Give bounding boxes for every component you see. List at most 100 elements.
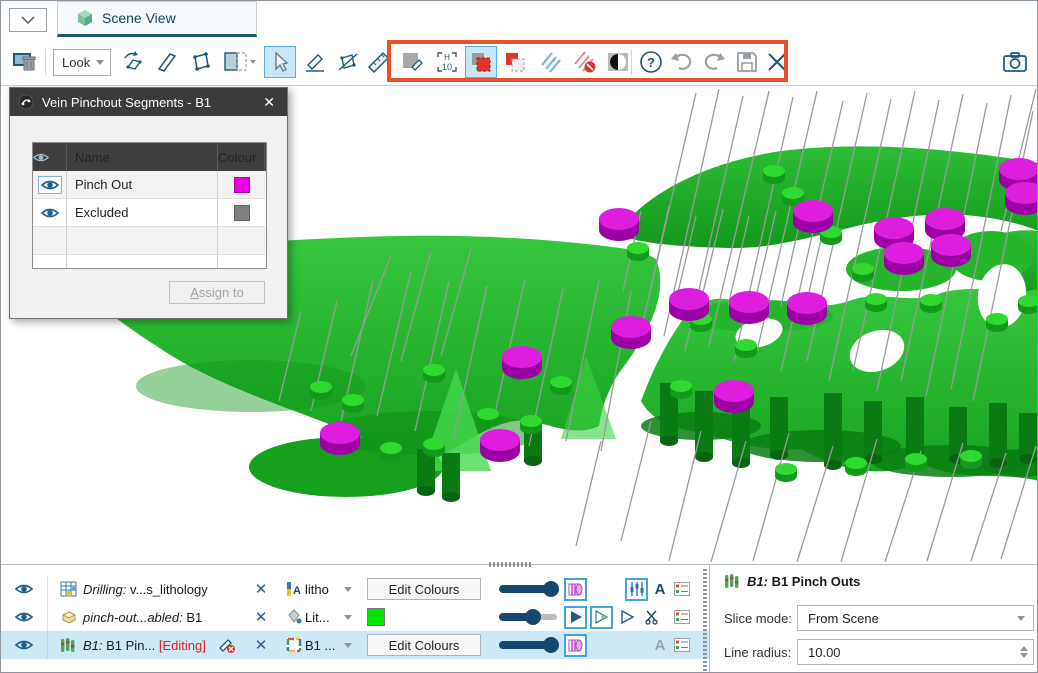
svg-text:A: A bbox=[293, 585, 301, 597]
draw-line-button[interactable] bbox=[299, 46, 331, 78]
selection-width-button[interactable]: H 10 bbox=[431, 46, 463, 78]
tab-bar: Scene View bbox=[1, 1, 1037, 37]
remove-layer-button[interactable]: ✕ bbox=[251, 636, 271, 654]
move-slicer-button[interactable] bbox=[151, 46, 183, 78]
remove-layer-button[interactable]: ✕ bbox=[251, 580, 271, 598]
chevron-down-icon[interactable] bbox=[344, 615, 352, 620]
tab-scene-view[interactable]: Scene View bbox=[57, 1, 257, 37]
close-editor-button[interactable] bbox=[761, 46, 793, 78]
value-filters-toggle[interactable] bbox=[625, 578, 648, 601]
colour-mode-value: B1 ... bbox=[305, 638, 335, 653]
visibility-toggle[interactable] bbox=[13, 606, 35, 628]
redo-button[interactable] bbox=[699, 46, 731, 78]
flat-shading-toggle[interactable] bbox=[564, 634, 587, 657]
tab-list-dropdown-button[interactable] bbox=[9, 8, 47, 32]
clear-scene-button[interactable] bbox=[9, 46, 41, 78]
opacity-slider[interactable] bbox=[499, 637, 559, 653]
labels-toggle[interactable]: A bbox=[649, 578, 671, 600]
column-divider bbox=[47, 575, 48, 603]
layer-colour-swatch[interactable] bbox=[367, 608, 385, 626]
spinner-buttons[interactable] bbox=[1015, 646, 1033, 658]
wireframe-toggle[interactable] bbox=[616, 606, 638, 628]
remove-from-selection-button[interactable] bbox=[499, 46, 531, 78]
labels-toggle[interactable]: A bbox=[649, 634, 671, 656]
name-column-header: Name bbox=[67, 143, 218, 171]
eye-icon bbox=[41, 179, 59, 191]
shape-list-panel: Drilling: v...s_lithology ✕ A litho Edit… bbox=[1, 564, 1038, 673]
slice-box-button[interactable] bbox=[219, 46, 261, 78]
save-button[interactable] bbox=[731, 46, 763, 78]
draw-slicer-polygon-button[interactable] bbox=[185, 46, 217, 78]
slice-mode-dropdown[interactable]: From Scene bbox=[797, 605, 1034, 631]
table-row-excluded[interactable]: Excluded bbox=[33, 199, 266, 227]
dialog-titlebar[interactable]: Vein Pinchout Segments - B1 ✕ bbox=[10, 88, 287, 116]
spin-down-icon bbox=[1020, 653, 1028, 658]
slice-mode-label: Slice mode: bbox=[724, 611, 792, 626]
chevron-down-icon bbox=[21, 16, 35, 25]
chevron-down-icon[interactable] bbox=[344, 643, 352, 648]
segment-name: Excluded bbox=[67, 199, 218, 227]
stop-editing-button[interactable] bbox=[217, 636, 237, 654]
eye-icon bbox=[15, 639, 33, 651]
table-row-pinch-out[interactable]: Pinch Out bbox=[33, 171, 266, 199]
visibility-toggle[interactable] bbox=[38, 176, 62, 194]
layer-row-b1-pinchouts[interactable]: B1: B1 Pin... [Editing] ✕ B1 ... Edit Co… bbox=[1, 631, 709, 659]
help-icon: ? bbox=[638, 49, 664, 75]
legend-toggle[interactable] bbox=[671, 606, 693, 628]
add-to-selection-button[interactable] bbox=[465, 46, 497, 78]
visibility-toggle[interactable] bbox=[13, 578, 35, 600]
layer-name: v...s_lithology bbox=[126, 582, 207, 597]
flat-shading-toggle[interactable] bbox=[564, 578, 587, 601]
pinchout-segments-icon bbox=[57, 634, 79, 656]
colour-swatch[interactable] bbox=[234, 205, 250, 221]
visibility-toggle[interactable] bbox=[13, 634, 35, 656]
opacity-slider[interactable] bbox=[499, 609, 559, 625]
invert-selection-button[interactable] bbox=[602, 46, 634, 78]
slice-toggle[interactable] bbox=[641, 606, 663, 628]
paint-selection-button[interactable] bbox=[397, 46, 429, 78]
layer-type: B1: bbox=[83, 638, 103, 653]
help-button[interactable]: ? bbox=[635, 46, 667, 78]
assign-to-button[interactable]: Assign to bbox=[169, 281, 265, 304]
show-hatching-button[interactable] bbox=[535, 46, 567, 78]
rotate-slicer-button[interactable] bbox=[117, 46, 149, 78]
horizontal-splitter-grip[interactable] bbox=[489, 562, 533, 567]
draw-polygon-button[interactable] bbox=[332, 46, 364, 78]
undo-button[interactable] bbox=[665, 46, 697, 78]
toolbar-separator bbox=[45, 49, 46, 75]
edit-colours-button[interactable]: Edit Colours bbox=[367, 634, 481, 656]
flat-shading-toggle[interactable] bbox=[590, 606, 613, 629]
line-radius-spinner[interactable]: 10.00 bbox=[797, 639, 1034, 665]
editing-badge: [Editing] bbox=[159, 638, 206, 653]
eye-icon bbox=[33, 152, 49, 163]
measure-ruler-button[interactable] bbox=[363, 46, 395, 78]
layer-row-drilling[interactable]: Drilling: v...s_lithology ✕ A litho Edit… bbox=[1, 575, 709, 603]
legend-icon bbox=[674, 610, 690, 624]
legend-toggle[interactable] bbox=[671, 578, 693, 600]
dialog-close-button[interactable]: ✕ bbox=[259, 94, 279, 111]
remove-layer-button[interactable]: ✕ bbox=[251, 608, 271, 626]
hatching-icon bbox=[538, 49, 564, 75]
vertical-splitter-grip[interactable] bbox=[703, 569, 707, 671]
camera-snapshot-button[interactable] bbox=[999, 46, 1031, 78]
edit-colours-button[interactable]: Edit Colours bbox=[367, 578, 481, 600]
chevron-down-icon[interactable] bbox=[344, 587, 352, 592]
column-divider bbox=[47, 631, 48, 659]
look-dropdown[interactable]: Look bbox=[53, 49, 111, 76]
remove-hatching-button[interactable] bbox=[569, 46, 601, 78]
dialog-title: Vein Pinchout Segments - B1 bbox=[42, 95, 251, 110]
legend-icon bbox=[674, 582, 690, 596]
visibility-toggle[interactable] bbox=[41, 207, 59, 219]
b1-category-icon bbox=[283, 634, 305, 656]
legend-toggle[interactable] bbox=[671, 634, 693, 656]
layer-row-pinchout-mesh[interactable]: pinch-out...abled: B1 ✕ Lit... bbox=[1, 603, 709, 631]
opacity-slider[interactable] bbox=[499, 581, 559, 597]
table-row-empty bbox=[33, 255, 266, 268]
render-solid-toggle[interactable] bbox=[564, 606, 587, 629]
slicer-polygon-icon bbox=[188, 49, 214, 75]
pinchout-segments-icon bbox=[724, 573, 740, 589]
colour-swatch[interactable] bbox=[234, 177, 250, 193]
select-tool-button[interactable] bbox=[264, 46, 296, 78]
application-window: Scene View Look bbox=[0, 0, 1038, 673]
litho-colours-icon: A bbox=[283, 578, 305, 600]
